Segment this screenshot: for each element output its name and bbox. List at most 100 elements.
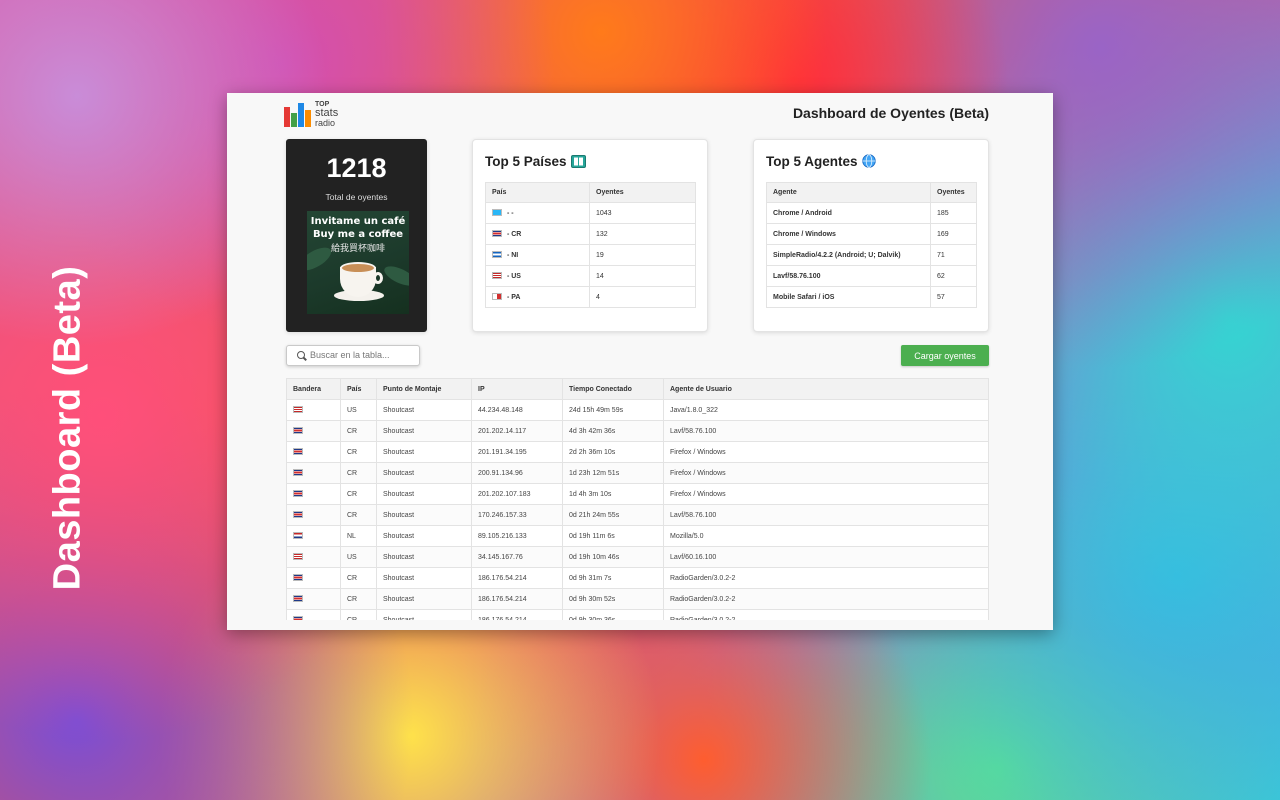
user-agent-cell: Mozilla/5.0 (663, 525, 989, 547)
country-label: - PA (505, 294, 521, 301)
country-cell: - NI (485, 244, 590, 266)
agent-listeners: 71 (930, 244, 977, 266)
agent-label: SimpleRadio/4.2.2 (Android; U; Dalvik) (766, 244, 931, 266)
connected-time-cell: 1d 4h 3m 10s (562, 483, 664, 505)
table-row[interactable]: US Shoutcast 44.234.48.148 24d 15h 49m 59s J… (286, 399, 989, 421)
search-input[interactable]: Buscar en la tabla... (286, 345, 420, 366)
col-header-punto-montaje[interactable]: Punto de Montaje (376, 378, 472, 400)
top-country-row: - PA 4 (485, 286, 696, 308)
flag-cr-icon (293, 574, 303, 581)
flag-cell (286, 483, 341, 505)
col-header-pais[interactable]: País (340, 378, 377, 400)
table-row[interactable]: US Shoutcast 34.145.167.76 0d 19h 10m 46s La… (286, 546, 989, 568)
mount-point-cell: Shoutcast (376, 399, 472, 421)
globe-icon (861, 154, 876, 171)
flag-cr-icon (293, 616, 303, 620)
connected-time-cell: 0d 9h 30m 36s (562, 609, 664, 620)
connected-time-cell: 24d 15h 49m 59s (562, 399, 664, 421)
top-agents-card: Top 5 Agentes Agente Oyentes Chrome / An… (753, 139, 989, 332)
table-row[interactable]: CR Shoutcast 170.246.157.33 0d 21h 24m 55s L… (286, 504, 989, 526)
buy-me-a-coffee-banner[interactable]: Invitame un café Buy me a coffee 給我買杯咖啡 (307, 211, 409, 314)
flag-cr-icon (293, 511, 303, 518)
flag-cell (286, 462, 341, 484)
mount-point-cell: Shoutcast (376, 441, 472, 463)
connected-time-cell: 1d 23h 12m 51s (562, 462, 664, 484)
listeners-table-container[interactable]: Bandera País Punto de Montaje IP Tiempo … (286, 378, 989, 620)
country-listeners: 4 (589, 286, 696, 308)
table-row[interactable]: CR Shoutcast 201.191.34.195 2d 2h 36m 10s Fi… (286, 441, 989, 463)
user-agent-cell: Firefox / Windows (663, 462, 989, 484)
table-row[interactable]: CR Shoutcast 201.202.107.183 1d 4h 3m 10s Fi… (286, 483, 989, 505)
agent-listeners: 185 (930, 202, 977, 224)
agent-listeners: 169 (930, 223, 977, 245)
col-header-ip[interactable]: IP (471, 378, 563, 400)
agent-listeners: 62 (930, 265, 977, 287)
flag-cr-icon (293, 448, 303, 455)
col-header-bandera[interactable]: Bandera (286, 378, 341, 400)
table-row[interactable]: CR Shoutcast 201.202.14.117 4d 3h 42m 36s La… (286, 420, 989, 442)
user-agent-cell: RadioGarden/3.0.2-2 (663, 609, 989, 620)
country-cell: CR (340, 420, 377, 442)
country-cell: CR (340, 441, 377, 463)
country-cell: CR (340, 609, 377, 620)
user-agent-cell: RadioGarden/3.0.2-2 (663, 567, 989, 589)
top-countries-card: Top 5 Países País Oyentes - - 1043 - CR 13… (472, 139, 708, 332)
flag-ni-icon (492, 251, 502, 258)
flag-cr-icon (492, 230, 502, 237)
flag-cell (286, 525, 341, 547)
ip-cell: 89.105.216.133 (471, 525, 563, 547)
table-row[interactable]: CR Shoutcast 186.176.54.214 0d 9h 30m 36s Ra… (286, 609, 989, 620)
country-cell: - PA (485, 286, 590, 308)
top-agent-row: SimpleRadio/4.2.2 (Android; U; Dalvik) 71 (766, 244, 977, 266)
book-icon (570, 155, 586, 171)
agent-label: Lavf/58.76.100 (766, 265, 931, 287)
user-agent-cell: Firefox / Windows (663, 441, 989, 463)
mount-point-cell: Shoutcast (376, 462, 472, 484)
connected-time-cell: 0d 19h 11m 6s (562, 525, 664, 547)
connected-time-cell: 0d 9h 31m 7s (562, 567, 664, 589)
top-agents-title: Top 5 Agentes (766, 154, 876, 171)
table-row[interactable]: CR Shoutcast 200.91.134.96 1d 23h 12m 51s Fi… (286, 462, 989, 484)
load-listeners-button[interactable]: Cargar oyentes (901, 345, 989, 366)
ip-cell: 170.246.157.33 (471, 504, 563, 526)
top-agent-row: Mobile Safari / iOS 57 (766, 286, 977, 308)
mount-point-cell: Shoutcast (376, 483, 472, 505)
agent-label: Chrome / Windows (766, 223, 931, 245)
table-row[interactable]: NL Shoutcast 89.105.216.133 0d 19h 11m 6s Mo… (286, 525, 989, 547)
connected-time-cell: 0d 19h 10m 46s (562, 546, 664, 568)
connected-time-cell: 4d 3h 42m 36s (562, 420, 664, 442)
flag-pa-icon (492, 293, 502, 300)
top-countries-title: Top 5 Países (485, 154, 586, 171)
total-listeners-value: 1218 (326, 153, 387, 183)
col-header-pais: País (485, 182, 590, 203)
flag-cr-icon (293, 469, 303, 476)
country-cell: - - (485, 202, 590, 224)
mount-point-cell: Shoutcast (376, 420, 472, 442)
flag-nl-icon (293, 532, 303, 539)
country-label: - - (505, 210, 514, 217)
flag-cell (286, 399, 341, 421)
mount-point-cell: Shoutcast (376, 567, 472, 589)
user-agent-cell: Java/1.8.0_322 (663, 399, 989, 421)
flag-cell (286, 504, 341, 526)
country-label: - NI (505, 252, 519, 259)
total-listeners-card: 1218 Total de oyentes Invitame un café B… (286, 139, 427, 332)
agent-label: Mobile Safari / iOS (766, 286, 931, 308)
country-label: - CR (505, 231, 522, 238)
top-countries-table: País Oyentes - - 1043 - CR 132 - NI 19 - US… (485, 182, 696, 308)
col-header-tiempo[interactable]: Tiempo Conectado (562, 378, 664, 400)
table-row[interactable]: CR Shoutcast 186.176.54.214 0d 9h 31m 7s Rad… (286, 567, 989, 589)
country-listeners: 1043 (589, 202, 696, 224)
flag-cell (286, 588, 341, 610)
col-header-agente[interactable]: Agente de Usuario (663, 378, 989, 400)
table-row[interactable]: CR Shoutcast 186.176.54.214 0d 9h 30m 52s Ra… (286, 588, 989, 610)
flag-cr-icon (293, 490, 303, 497)
country-cell: US (340, 399, 377, 421)
search-placeholder: Buscar en la tabla... (310, 350, 390, 360)
user-agent-cell: Lavf/58.76.100 (663, 420, 989, 442)
country-label: - US (505, 273, 521, 280)
country-cell: US (340, 546, 377, 568)
mount-point-cell: Shoutcast (376, 504, 472, 526)
top-agent-row: Chrome / Android 185 (766, 202, 977, 224)
top-country-row: - - 1043 (485, 202, 696, 224)
